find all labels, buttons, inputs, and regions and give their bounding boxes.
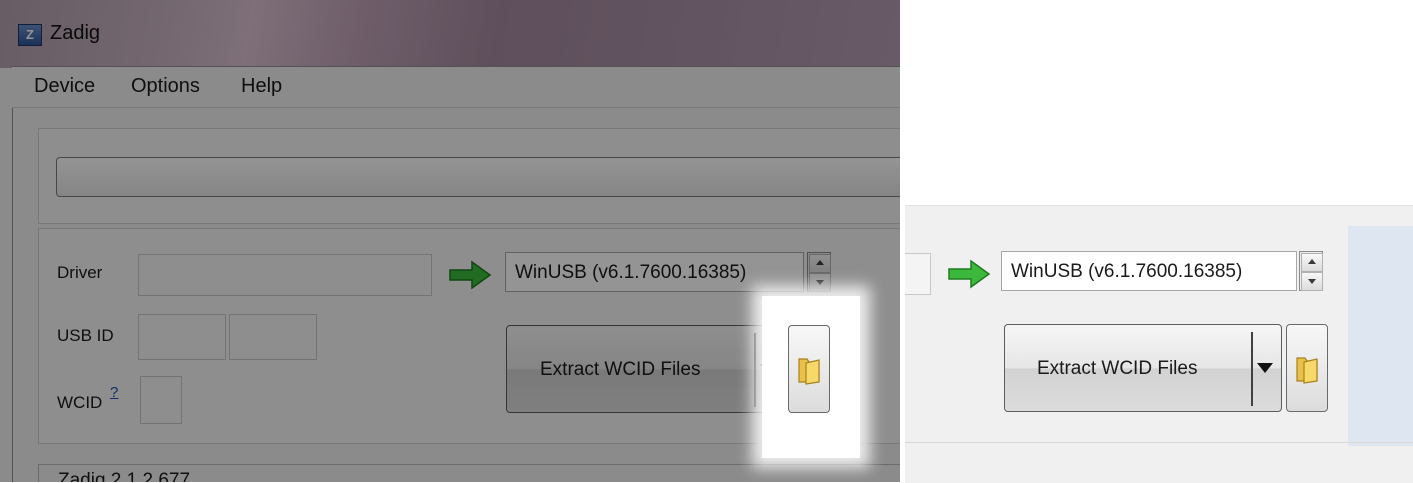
chevron-up-icon [1308,259,1316,264]
divider [905,442,1413,443]
spinner-down-button[interactable] [1301,272,1323,291]
split-divider [1251,332,1253,406]
folder-icon [1296,357,1318,384]
triangle-down-icon[interactable] [1257,363,1273,373]
folder-button[interactable] [788,325,830,413]
current-driver-field-edge [905,253,931,295]
folder-icon [798,358,820,385]
extract-button-label-zoom: Extract WCID Files [1037,358,1198,379]
spinner-up-button[interactable] [1301,253,1323,272]
zoomed-crop: WinUSB (v6.1.7600.16385) Extract WCID Fi… [905,205,1413,483]
target-driver-field-zoom[interactable]: WinUSB (v6.1.7600.16385) [1001,251,1297,291]
driver-spinner-zoom[interactable] [1299,251,1323,291]
info-panel-edge [1348,226,1413,446]
folder-button-zoom[interactable] [1286,324,1328,412]
green-right-arrow-icon [948,259,991,289]
zadig-window-dimmed: Z Zadig Device Options Help Driver WinUS… [0,0,900,482]
chevron-down-icon [1308,279,1316,284]
